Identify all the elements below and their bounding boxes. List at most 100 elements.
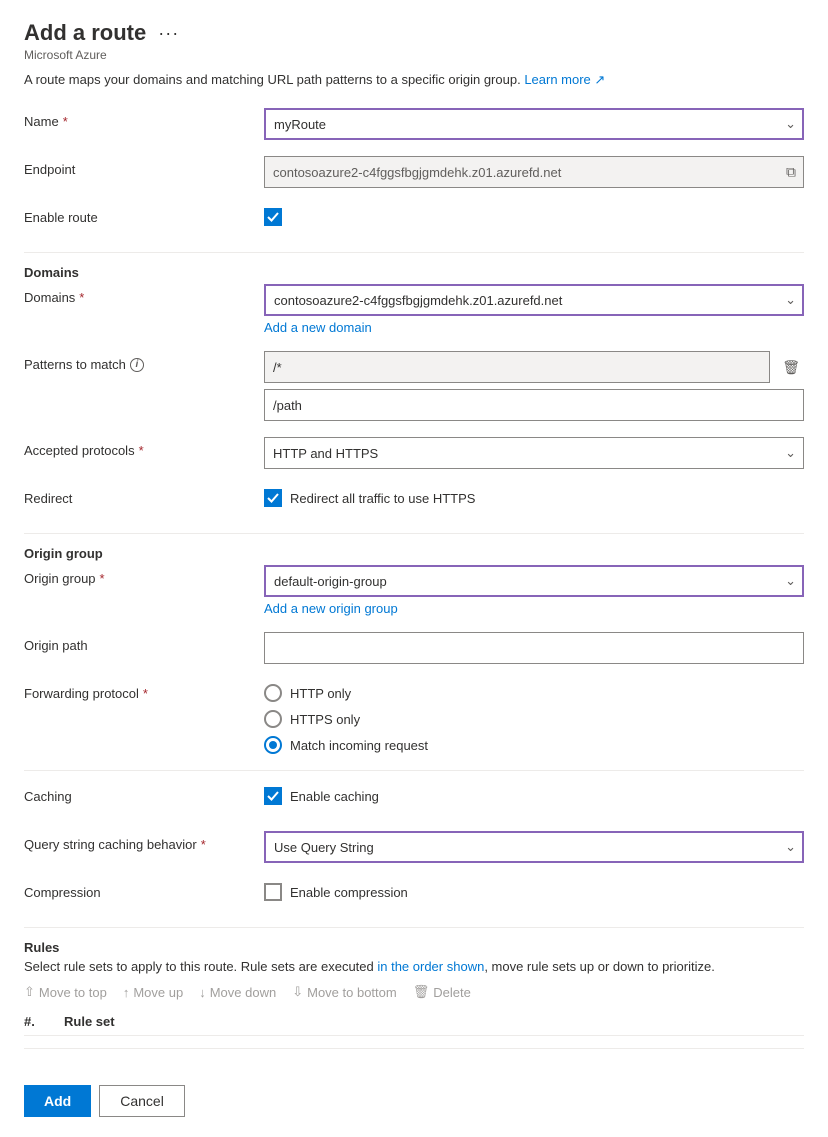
enable-route-control	[264, 204, 804, 226]
domains-required: *	[79, 290, 84, 305]
add-domain-link[interactable]: Add a new domain	[264, 320, 372, 335]
protocols-required: *	[139, 443, 144, 458]
footer-buttons: Add Cancel	[24, 1069, 804, 1117]
enable-route-checkbox[interactable]	[264, 208, 282, 226]
forwarding-protocol-row: Forwarding protocol * HTTP only HTTPS on…	[24, 680, 804, 754]
radio-https-row: HTTPS only	[264, 710, 804, 728]
page-subtitle: Microsoft Azure	[24, 48, 804, 62]
radio-match-label: Match incoming request	[290, 738, 428, 753]
origin-group-required: *	[100, 571, 105, 586]
add-origin-group-link[interactable]: Add a new origin group	[264, 601, 398, 616]
in-order-text: in the order shown	[377, 959, 484, 974]
name-row: Name * ⌄	[24, 108, 804, 140]
pattern-row-2	[264, 389, 804, 421]
endpoint-label: Endpoint	[24, 156, 264, 177]
protocols-row: Accepted protocols * HTTP and HTTPS ⌄	[24, 437, 804, 469]
origin-path-row: Origin path	[24, 632, 804, 664]
delete-pattern-icon[interactable]: 🗑	[778, 355, 804, 380]
pattern-input-1[interactable]	[264, 351, 770, 383]
query-string-label: Query string caching behavior *	[24, 831, 264, 852]
origin-group-select[interactable]: default-origin-group	[264, 565, 804, 597]
radio-http-label: HTTP only	[290, 686, 351, 701]
cancel-button[interactable]: Cancel	[99, 1085, 185, 1117]
origin-group-control: default-origin-group ⌄ Add a new origin …	[264, 565, 804, 616]
radio-match-inner	[269, 741, 277, 749]
compression-checkbox[interactable]	[264, 883, 282, 901]
page-description: A route maps your domains and matching U…	[24, 72, 804, 88]
radio-http-row: HTTP only	[264, 684, 804, 702]
table-col-hash: #.	[24, 1014, 64, 1029]
redirect-control: Redirect all traffic to use HTTPS	[264, 485, 804, 507]
protocols-select[interactable]: HTTP and HTTPS	[264, 437, 804, 469]
radio-http-button[interactable]	[264, 684, 282, 702]
table-col-ruleset: Rule set	[64, 1014, 804, 1029]
redirect-row: Redirect Redirect all traffic to use HTT…	[24, 485, 804, 517]
compression-control: Enable compression	[264, 879, 804, 901]
more-options-button[interactable]: ···	[154, 23, 183, 44]
endpoint-row: Endpoint ⧉	[24, 156, 804, 188]
learn-more-link[interactable]: Learn more ↗	[524, 72, 605, 87]
origin-path-input[interactable]	[264, 632, 804, 664]
delete-rule-button[interactable]: 🗑 Delete	[413, 984, 471, 1000]
forwarding-protocol-label: Forwarding protocol *	[24, 680, 264, 701]
patterns-control: 🗑	[264, 351, 804, 421]
endpoint-input	[264, 156, 804, 188]
query-string-control: Use Query String ⌄	[264, 831, 804, 863]
copy-icon[interactable]: ⧉	[786, 164, 796, 181]
caching-control: Enable caching	[264, 783, 804, 805]
caching-label: Caching	[24, 783, 264, 804]
origin-group-label: Origin group *	[24, 565, 264, 586]
domains-section-header: Domains	[24, 265, 804, 280]
query-string-select[interactable]: Use Query String	[264, 831, 804, 863]
name-input[interactable]	[264, 108, 804, 140]
origin-group-section-header: Origin group	[24, 546, 804, 561]
caching-checkbox[interactable]	[264, 787, 282, 805]
move-up-button[interactable]: ↑ Move up	[123, 984, 183, 1000]
query-string-required: *	[201, 837, 206, 852]
radio-https-button[interactable]	[264, 710, 282, 728]
move-bottom-arrow-icon: ⇩	[292, 984, 303, 1000]
move-bottom-button[interactable]: ⇩ Move to bottom	[292, 984, 397, 1000]
forwarding-protocol-radio-group: HTTP only HTTPS only Match incoming requ…	[264, 680, 804, 754]
caching-checkbox-label: Enable caching	[290, 789, 379, 804]
query-string-row: Query string caching behavior * Use Quer…	[24, 831, 804, 863]
origin-group-row: Origin group * default-origin-group ⌄ Ad…	[24, 565, 804, 616]
pattern-row-1: 🗑	[264, 351, 804, 383]
domains-select[interactable]: contosoazure2-c4fggsfbgjgmdehk.z01.azure…	[264, 284, 804, 316]
move-down-arrow-icon: ↓	[199, 985, 206, 1000]
caching-row: Caching Enable caching	[24, 783, 804, 815]
name-label: Name *	[24, 108, 264, 129]
compression-checkbox-label: Enable compression	[290, 885, 408, 900]
move-down-button[interactable]: ↓ Move down	[199, 984, 276, 1000]
move-top-button[interactable]: ⇧ Move to top	[24, 984, 107, 1000]
origin-path-label: Origin path	[24, 632, 264, 653]
caching-checkmark-icon	[267, 791, 279, 801]
move-top-arrow-icon: ⇧	[24, 984, 35, 1000]
add-button[interactable]: Add	[24, 1085, 91, 1117]
compression-row: Compression Enable compression	[24, 879, 804, 911]
rules-table-header: #. Rule set	[24, 1008, 804, 1036]
redirect-checkbox[interactable]	[264, 489, 282, 507]
protocols-control: HTTP and HTTPS ⌄	[264, 437, 804, 469]
pattern-input-2[interactable]	[264, 389, 804, 421]
origin-path-control	[264, 632, 804, 664]
radio-match-row: Match incoming request	[264, 736, 804, 754]
page-title: Add a route	[24, 20, 146, 46]
compression-label: Compression	[24, 879, 264, 900]
delete-rule-icon: 🗑	[413, 984, 430, 1000]
enable-route-label: Enable route	[24, 204, 264, 225]
redirect-label: Redirect	[24, 485, 264, 506]
protocols-label: Accepted protocols *	[24, 437, 264, 458]
checkmark-icon	[267, 212, 279, 222]
domains-control: contosoazure2-c4fggsfbgjgmdehk.z01.azure…	[264, 284, 804, 335]
name-required: *	[63, 114, 68, 129]
endpoint-control: ⧉	[264, 156, 804, 188]
patterns-info-icon[interactable]: i	[130, 358, 144, 372]
domains-row: Domains * contosoazure2-c4fggsfbgjgmdehk…	[24, 284, 804, 335]
rules-description: Select rule sets to apply to this route.…	[24, 959, 804, 974]
domains-label: Domains *	[24, 284, 264, 305]
forwarding-protocol-control: HTTP only HTTPS only Match incoming requ…	[264, 680, 804, 754]
patterns-row: Patterns to match i 🗑	[24, 351, 804, 421]
enable-route-row: Enable route	[24, 204, 804, 236]
radio-match-button[interactable]	[264, 736, 282, 754]
